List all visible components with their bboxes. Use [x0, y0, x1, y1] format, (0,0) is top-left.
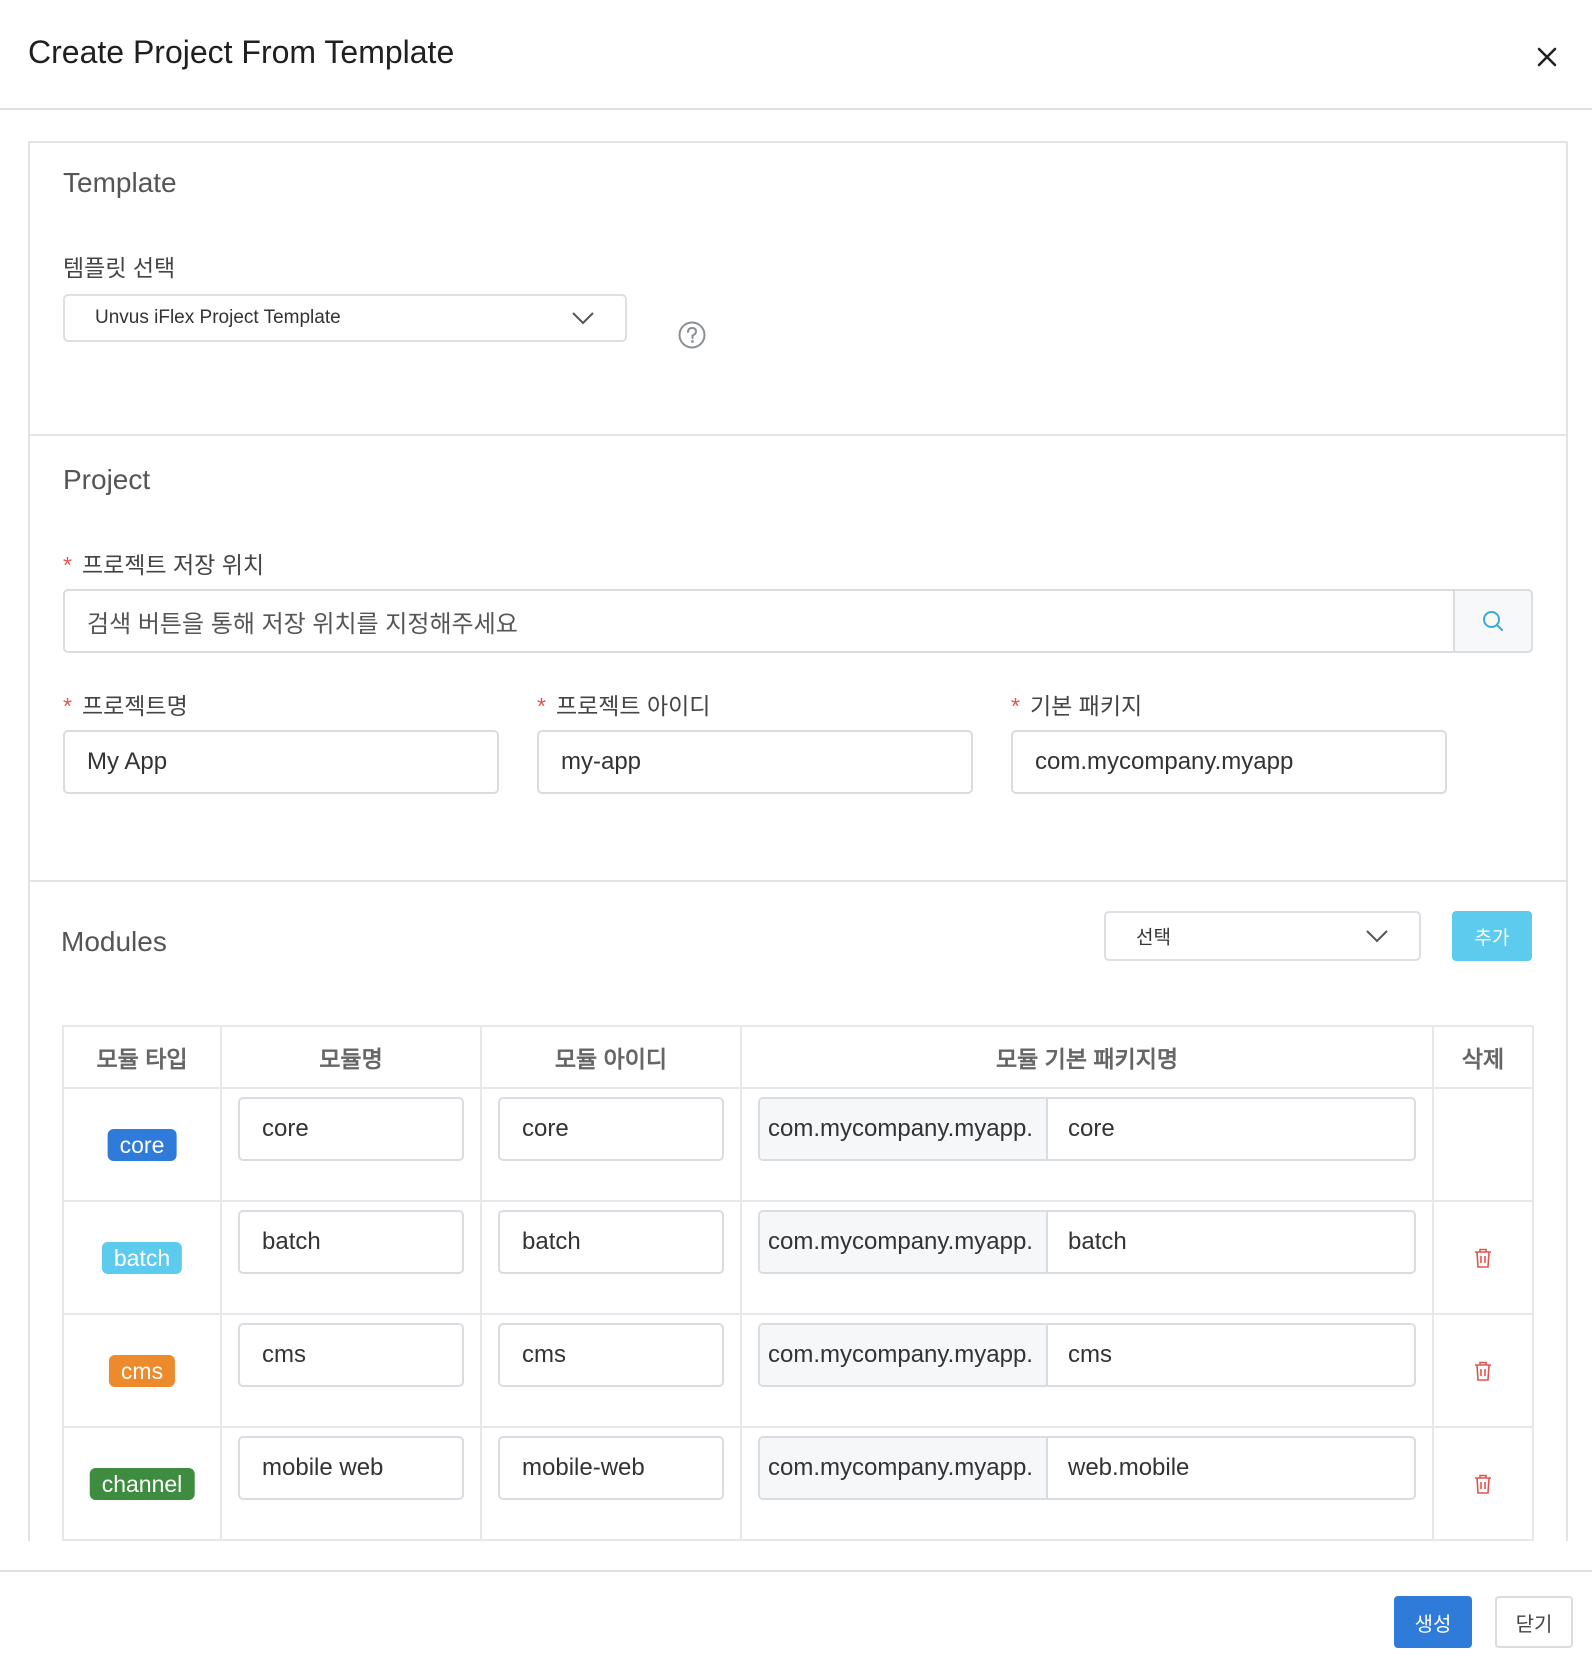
dialog-title: Create Project From Template	[28, 34, 455, 70]
type-cell: cms	[62, 1313, 222, 1428]
template-section: Template 템플릿 선택 Unvus iFlex Project Temp…	[30, 143, 1566, 436]
module-package-group: com.mycompany.myapp. batch	[758, 1210, 1416, 1274]
module-name-input[interactable]: batch	[238, 1210, 464, 1274]
column-header-delete: 삭제	[1432, 1025, 1534, 1089]
base-package-label: * 기본 패키지	[1011, 687, 1142, 721]
delete-cell	[1432, 1313, 1534, 1428]
id-cell: cms	[480, 1313, 742, 1428]
location-search-group: 검색 버튼을 통해 저장 위치를 지정해주세요	[63, 589, 1533, 653]
base-package-label-text: 기본 패키지	[1029, 693, 1143, 719]
base-package-input[interactable]: com.mycompany.myapp	[1011, 730, 1447, 794]
module-type-badge: cms	[108, 1355, 176, 1387]
delete-cell	[1432, 1087, 1534, 1202]
type-cell: batch	[62, 1200, 222, 1315]
template-select-label: 템플릿 선택	[63, 255, 176, 281]
project-name-label: * 프로젝트명	[63, 687, 188, 721]
module-type-select-value: 선택	[1136, 927, 1171, 949]
package-cell: com.mycompany.myapp. batch	[740, 1200, 1434, 1315]
location-input[interactable]: 검색 버튼을 통해 저장 위치를 지정해주세요	[63, 589, 1455, 653]
required-mark: *	[63, 693, 72, 719]
chevron-down-icon	[572, 312, 594, 325]
project-section: Project * 프로젝트 저장 위치 검색 버튼을 통해 저장 위치를 지정해…	[30, 436, 1566, 882]
project-id-label-text: 프로젝트 아이디	[555, 693, 711, 719]
type-cell: channel	[62, 1426, 222, 1541]
create-button[interactable]: 생성	[1394, 1596, 1472, 1648]
package-cell: com.mycompany.myapp. web.mobile	[740, 1426, 1434, 1541]
location-search-button[interactable]	[1453, 589, 1533, 653]
help-icon[interactable]	[677, 320, 707, 350]
id-cell: core	[480, 1087, 742, 1202]
module-name-input[interactable]: core	[238, 1097, 464, 1161]
column-header-package: 모듈 기본 패키지명	[740, 1025, 1434, 1089]
module-package-input[interactable]: batch	[1048, 1212, 1414, 1272]
delete-cell	[1432, 1200, 1534, 1315]
search-icon	[1483, 611, 1503, 631]
module-package-input[interactable]: web.mobile	[1048, 1438, 1414, 1498]
module-id-input[interactable]: batch	[498, 1210, 724, 1274]
module-package-input[interactable]: cms	[1048, 1325, 1414, 1385]
module-type-badge: channel	[89, 1468, 195, 1500]
module-id-input[interactable]: core	[498, 1097, 724, 1161]
package-prefix: com.mycompany.myapp.	[760, 1438, 1048, 1498]
module-type-select[interactable]: 선택	[1104, 911, 1421, 961]
module-name-input[interactable]: cms	[238, 1323, 464, 1387]
required-mark: *	[1011, 693, 1020, 719]
module-package-input[interactable]: core	[1048, 1099, 1414, 1159]
delete-cell	[1432, 1426, 1534, 1541]
module-package-group: com.mycompany.myapp. cms	[758, 1323, 1416, 1387]
project-name-label-text: 프로젝트명	[81, 693, 188, 719]
table-row: batch batch batch com.mycompany.myapp. ba…	[62, 1200, 1534, 1315]
trash-icon[interactable]	[1473, 1247, 1493, 1269]
id-cell: batch	[480, 1200, 742, 1315]
package-cell: com.mycompany.myapp. core	[740, 1087, 1434, 1202]
project-section-title: Project	[63, 464, 151, 495]
type-cell: core	[62, 1087, 222, 1202]
table-row: core core core com.mycompany.myapp. core	[62, 1087, 1534, 1202]
column-header-type: 모듈 타입	[62, 1025, 222, 1089]
table-row: cms cms cms com.mycompany.myapp. cms	[62, 1313, 1534, 1428]
table-row: channel mobile web mobile-web com.mycomp…	[62, 1426, 1534, 1541]
trash-icon[interactable]	[1473, 1360, 1493, 1382]
module-id-input[interactable]: cms	[498, 1323, 724, 1387]
package-prefix: com.mycompany.myapp.	[760, 1099, 1048, 1159]
modules-section-title: Modules	[61, 926, 167, 957]
module-package-group: com.mycompany.myapp. core	[758, 1097, 1416, 1161]
add-module-button[interactable]: 추가	[1452, 911, 1532, 961]
module-type-badge: core	[107, 1129, 177, 1161]
modules-table-header: 모듈 타입 모듈명 모듈 아이디 모듈 기본 패키지명 삭제	[62, 1025, 1534, 1089]
template-select-value: Unvus iFlex Project Template	[95, 307, 341, 328]
dialog-footer: 생성 닫기	[0, 1570, 1592, 1666]
name-cell: batch	[220, 1200, 482, 1315]
dialog-header: Create Project From Template	[0, 0, 1592, 110]
location-label: * 프로젝트 저장 위치	[63, 546, 264, 580]
modules-table: 모듈 타입 모듈명 모듈 아이디 모듈 기본 패키지명 삭제 core core…	[62, 1025, 1534, 1541]
trash-icon[interactable]	[1473, 1473, 1493, 1495]
name-cell: core	[220, 1087, 482, 1202]
name-cell: cms	[220, 1313, 482, 1428]
package-prefix: com.mycompany.myapp.	[760, 1212, 1048, 1272]
column-header-name: 모듈명	[220, 1025, 482, 1089]
project-id-input[interactable]: my-app	[537, 730, 973, 794]
required-mark: *	[63, 552, 72, 578]
chevron-down-icon	[1366, 930, 1388, 943]
template-select[interactable]: Unvus iFlex Project Template	[63, 294, 627, 342]
create-project-dialog: Create Project From Template Template 템플…	[0, 0, 1592, 1666]
id-cell: mobile-web	[480, 1426, 742, 1541]
package-cell: com.mycompany.myapp. cms	[740, 1313, 1434, 1428]
project-id-label: * 프로젝트 아이디	[537, 687, 710, 721]
project-name-input[interactable]: My App	[63, 730, 499, 794]
template-section-title: Template	[63, 167, 177, 198]
name-cell: mobile web	[220, 1426, 482, 1541]
close-icon[interactable]	[1530, 40, 1564, 74]
close-button[interactable]: 닫기	[1495, 1596, 1573, 1648]
module-type-badge: batch	[101, 1242, 183, 1274]
module-id-input[interactable]: mobile-web	[498, 1436, 724, 1500]
column-header-id: 모듈 아이디	[480, 1025, 742, 1089]
package-prefix: com.mycompany.myapp.	[760, 1325, 1048, 1385]
location-label-text: 프로젝트 저장 위치	[81, 552, 265, 578]
required-mark: *	[537, 693, 546, 719]
module-package-group: com.mycompany.myapp. web.mobile	[758, 1436, 1416, 1500]
module-name-input[interactable]: mobile web	[238, 1436, 464, 1500]
